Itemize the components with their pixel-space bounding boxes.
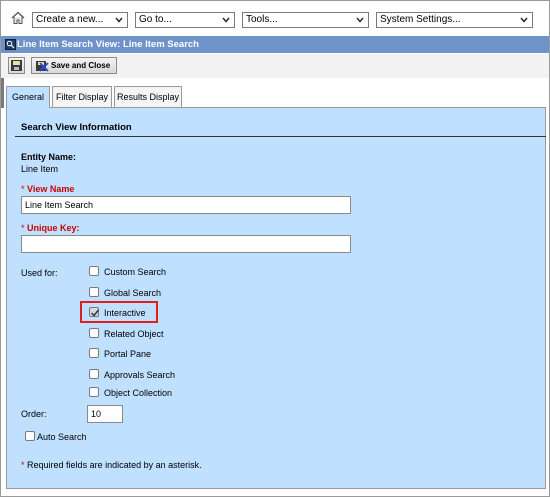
create-new-label: Create a new...	[36, 14, 104, 25]
required-note-text: Required fields are indicated by an aste…	[27, 460, 202, 470]
search-view-icon	[5, 39, 16, 50]
custom-search-label: Custom Search	[104, 267, 167, 277]
approvals-search-label: Approvals Search	[104, 370, 176, 380]
home-icon[interactable]	[11, 11, 25, 25]
approvals-search-checkbox[interactable]	[89, 369, 99, 379]
related-object-label: Related Object	[104, 329, 164, 339]
save-button[interactable]	[8, 57, 25, 74]
system-settings-label: System Settings...	[380, 14, 461, 25]
save-and-close-label: Save and Close	[51, 61, 111, 70]
top-navigation-bar: Create a new... Go to... Tools... System…	[1, 1, 549, 35]
auto-search-label: Auto Search	[37, 432, 87, 442]
tab-filter-display[interactable]: Filter Display	[52, 86, 112, 107]
entity-name-label: Entity Name:	[21, 152, 77, 162]
auto-search-checkbox[interactable]	[25, 431, 35, 441]
general-tab-panel: Search View Information Entity Name: Lin…	[6, 107, 546, 489]
save-close-icon	[36, 61, 49, 72]
go-to-dropdown[interactable]: Go to...	[135, 12, 235, 28]
view-name-input[interactable]	[21, 196, 351, 214]
tools-label: Tools...	[246, 14, 278, 25]
required-asterisk: *	[21, 460, 25, 470]
unique-key-input[interactable]	[21, 235, 351, 253]
object-collection-label: Object Collection	[104, 388, 173, 398]
toolbar: Save and Close	[1, 54, 549, 78]
used-for-label: Used for:	[21, 268, 58, 278]
chevron-down-icon	[520, 17, 528, 23]
system-settings-dropdown[interactable]: System Settings...	[376, 12, 533, 28]
chevron-down-icon	[222, 17, 230, 23]
left-edge-divider	[1, 78, 4, 108]
go-to-label: Go to...	[139, 14, 172, 25]
tools-dropdown[interactable]: Tools...	[242, 12, 369, 28]
view-name-label-row: * View Name	[21, 184, 74, 194]
required-note: * Required fields are indicated by an as…	[21, 460, 202, 470]
entity-name-value: Line Item	[21, 164, 59, 174]
tab-results-display[interactable]: Results Display	[114, 86, 182, 107]
object-collection-checkbox[interactable]	[89, 387, 99, 397]
unique-key-label: Unique Key:	[27, 223, 80, 233]
order-label: Order:	[21, 409, 47, 419]
view-title-bar: Line Item Search View: Line Item Search	[1, 36, 549, 53]
related-object-checkbox[interactable]	[89, 328, 99, 338]
save-icon	[11, 60, 22, 71]
required-asterisk: *	[21, 184, 25, 194]
view-name-label: View Name	[27, 184, 75, 194]
chevron-down-icon	[356, 17, 364, 23]
save-and-close-button[interactable]: Save and Close	[31, 57, 117, 74]
chevron-down-icon	[115, 17, 123, 23]
portal-pane-label: Portal Pane	[104, 349, 152, 359]
portal-pane-checkbox[interactable]	[89, 348, 99, 358]
interactive-highlight-box	[80, 301, 158, 323]
global-search-label: Global Search	[104, 288, 162, 298]
custom-search-checkbox[interactable]	[89, 266, 99, 276]
section-title: Search View Information	[21, 122, 132, 133]
tab-general-label: General	[11, 92, 45, 102]
order-input[interactable]	[87, 405, 123, 423]
unique-key-label-row: * Unique Key:	[21, 223, 80, 233]
tab-filter-display-label: Filter Display	[55, 92, 108, 102]
global-search-checkbox[interactable]	[89, 287, 99, 297]
required-asterisk: *	[21, 223, 25, 233]
view-title: Line Item Search View: Line Item Search	[17, 39, 199, 50]
tab-general[interactable]: General	[6, 86, 50, 108]
create-new-dropdown[interactable]: Create a new...	[32, 12, 128, 28]
section-divider	[15, 136, 546, 137]
tab-results-display-label: Results Display	[116, 92, 180, 102]
